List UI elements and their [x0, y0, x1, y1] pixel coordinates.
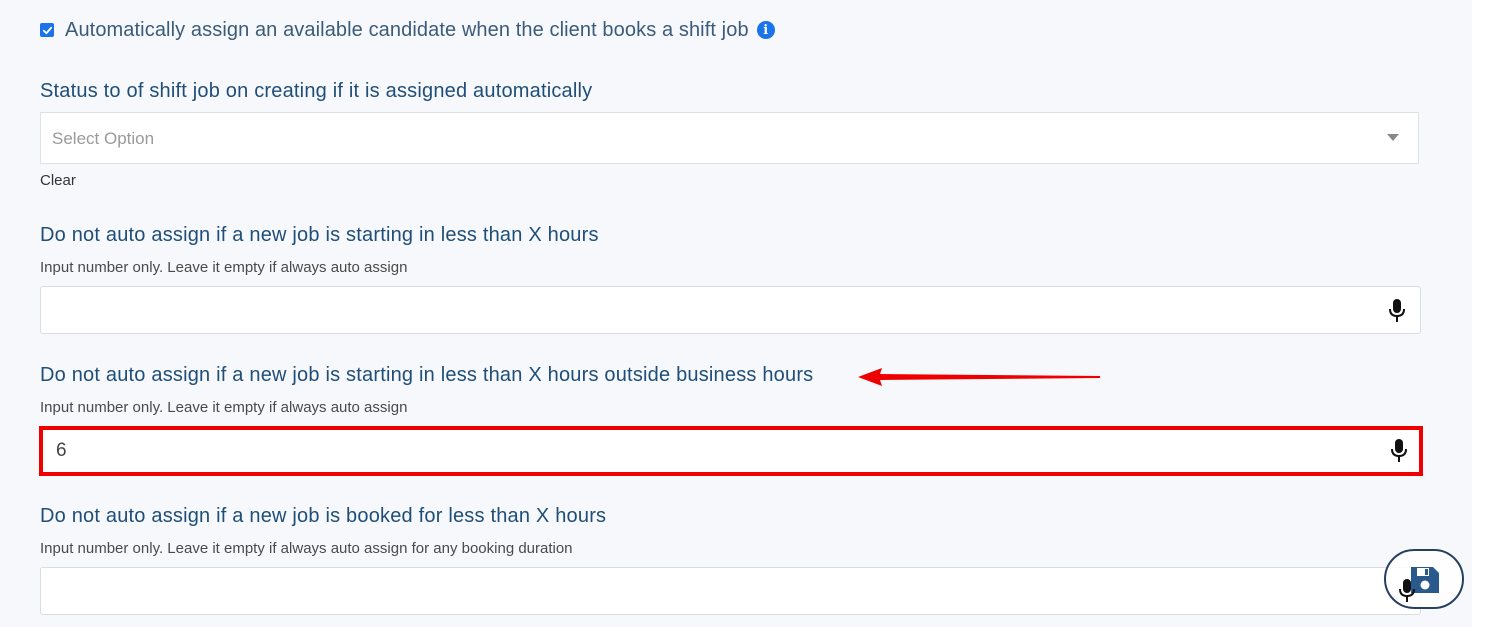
annotation-arrow [858, 368, 1100, 386]
hours-hint: Input number only. Leave it empty if alw… [40, 259, 408, 276]
outside-hours-input[interactable]: 6 [39, 426, 1423, 476]
right-gutter [1472, 0, 1486, 627]
hours-input[interactable] [40, 286, 1421, 334]
status-select-placeholder: Select Option [52, 129, 155, 148]
clear-link[interactable]: Clear [40, 172, 76, 189]
checkmark-icon [42, 26, 52, 34]
booked-hint: Input number only. Leave it empty if alw… [40, 540, 573, 557]
caret-down-icon[interactable] [1387, 134, 1399, 141]
microphone-icon[interactable] [1397, 578, 1417, 604]
auto-assign-label[interactable]: Automatically assign an available candid… [65, 19, 749, 42]
outside-hours-input-value: 6 [56, 440, 67, 461]
status-heading: Status to of shift job on creating if it… [40, 80, 593, 102]
microphone-icon[interactable] [1389, 438, 1409, 464]
hours-heading: Do not auto assign if a new job is start… [40, 224, 599, 246]
save-button[interactable] [1384, 549, 1464, 609]
booked-input[interactable] [40, 567, 1421, 615]
status-select[interactable]: Select Option [40, 112, 1419, 164]
auto-assign-row: Automatically assign an available candid… [40, 18, 775, 42]
microphone-icon[interactable] [1387, 298, 1407, 324]
booked-heading: Do not auto assign if a new job is booke… [40, 505, 607, 527]
outside-hours-hint: Input number only. Leave it empty if alw… [40, 399, 408, 416]
outside-hours-heading: Do not auto assign if a new job is start… [40, 364, 814, 386]
info-icon[interactable]: i [756, 21, 775, 39]
auto-assign-checkbox[interactable] [40, 23, 54, 37]
